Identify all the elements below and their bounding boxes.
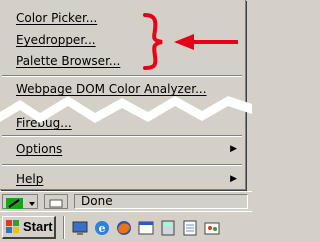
keyboard-icon	[49, 199, 63, 208]
colorzilla-button[interactable]	[2, 194, 38, 209]
status-text: Done	[74, 194, 248, 209]
svg-text:e: e	[99, 222, 106, 235]
eyedropper-icon	[6, 198, 35, 209]
firefox-icon[interactable]	[115, 219, 133, 237]
window-icon[interactable]	[137, 219, 155, 237]
status-bar: Done	[0, 191, 252, 211]
calculator-icon[interactable]	[159, 219, 177, 237]
paint-icon[interactable]	[203, 219, 221, 237]
keyboard-status-icon[interactable]	[44, 194, 68, 209]
windows-logo-icon	[6, 220, 19, 233]
notepad-icon[interactable]	[181, 219, 199, 237]
ie-icon[interactable]: e	[93, 219, 111, 237]
start-button[interactable]: Start	[2, 216, 56, 239]
desktop-icon[interactable]	[71, 219, 89, 237]
start-label: Start	[23, 219, 53, 234]
taskbar: Start e	[0, 211, 252, 242]
taskbar-separator	[63, 216, 65, 239]
